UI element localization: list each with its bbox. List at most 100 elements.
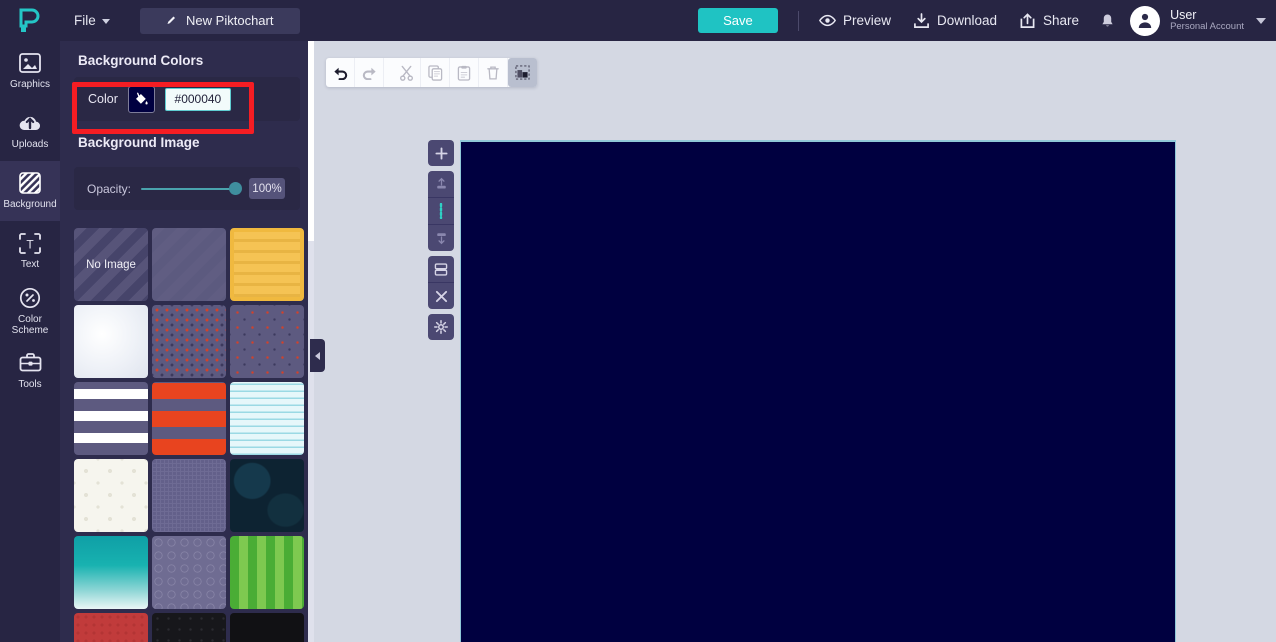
notifications-button[interactable]	[1101, 13, 1114, 29]
add-block-button[interactable]	[428, 140, 454, 166]
preview-label: Preview	[842, 13, 891, 28]
sidebar-item-label: Uploads	[11, 139, 49, 150]
pencil-icon	[167, 16, 176, 24]
swatch-purple-swirls[interactable]	[152, 536, 226, 609]
swatch-dark-camo[interactable]	[230, 459, 304, 532]
document-title-text: New Piktochart	[186, 13, 274, 28]
no-image-label: No Image	[86, 258, 136, 271]
sidebar-item-background[interactable]: Background	[0, 161, 60, 221]
swatch-no-image[interactable]: No Image	[74, 228, 148, 301]
document-title-field[interactable]: New Piktochart	[139, 7, 300, 34]
account-menu[interactable]: User Personal Account	[1170, 8, 1244, 33]
background-color-hex-input[interactable]	[164, 87, 231, 111]
opacity-label: Opacity:	[87, 181, 132, 196]
sidebar-item-color-scheme[interactable]: Color Scheme	[0, 281, 60, 341]
share-icon	[1020, 12, 1035, 28]
piktochart-editor: File New Piktochart Save Preview Downloa…	[0, 0, 1276, 642]
toolbox-icon	[19, 352, 42, 374]
block-settings-group	[428, 314, 454, 340]
account-name: User	[1170, 7, 1197, 22]
swatch-yellow-frame[interactable]	[230, 228, 304, 301]
copy-button[interactable]	[421, 58, 450, 87]
top-bar: File New Piktochart Save Preview Downloa…	[0, 0, 1276, 41]
sidebar-item-label: Background	[3, 199, 57, 210]
swatch-red-dot-grid[interactable]	[152, 305, 226, 378]
sidebar-item-label: Color Scheme	[11, 313, 49, 336]
swatch-plain-purple[interactable]	[152, 228, 226, 301]
toolbar-divider	[797, 10, 799, 31]
piktochart-logo-icon[interactable]	[0, 0, 60, 41]
account-chevron-down-icon[interactable]	[1256, 17, 1266, 24]
swatch-black-plain[interactable]	[230, 613, 304, 642]
share-label: Share	[1043, 13, 1080, 28]
redo-button[interactable]	[355, 58, 384, 87]
sidebar-item-label: Tools	[18, 379, 42, 390]
block-move-group	[428, 171, 454, 251]
image-icon	[19, 52, 41, 74]
swatch-black-speckle[interactable]	[152, 613, 226, 642]
background-color-row: Color	[74, 77, 300, 121]
background-colors-heading: Background Colors	[78, 53, 204, 68]
avatar[interactable]	[1130, 5, 1161, 36]
block-add-group	[428, 140, 454, 166]
sidebar-item-label: Graphics	[9, 79, 50, 90]
block-toolbar	[428, 140, 454, 345]
background-image-swatch-grid: No Image	[74, 228, 304, 642]
sidebar-item-label: Text	[20, 259, 40, 270]
swatch-green-stripes[interactable]	[230, 536, 304, 609]
sidebar-item-uploads[interactable]: Uploads	[0, 101, 60, 161]
swatch-sparse-dot-grid[interactable]	[230, 305, 304, 378]
opacity-value: 100%	[249, 178, 286, 199]
color-label: Color	[88, 92, 118, 106]
design-canvas[interactable]	[460, 140, 1176, 642]
download-icon	[914, 12, 929, 28]
move-block-down-button[interactable]	[428, 225, 454, 251]
chevron-down-icon	[101, 19, 110, 24]
canvas-workspace[interactable]	[314, 41, 1276, 642]
swatch-aqua-waves[interactable]	[230, 382, 304, 455]
swatch-teal-gradient[interactable]	[74, 536, 148, 609]
preview-button[interactable]: Preview	[818, 13, 891, 28]
download-button[interactable]: Download	[913, 12, 998, 29]
save-button[interactable]: Save	[697, 8, 778, 33]
sidebar-item-graphics[interactable]: Graphics	[0, 41, 60, 101]
position-button[interactable]	[508, 58, 537, 87]
share-button[interactable]: Share	[1019, 12, 1080, 29]
sidebar-item-text[interactable]: T Text	[0, 221, 60, 281]
block-settings-button[interactable]	[428, 314, 454, 340]
bell-icon	[1102, 14, 1113, 26]
swatch-red-texture[interactable]	[74, 613, 148, 642]
sidebar-item-tools[interactable]: Tools	[0, 341, 60, 401]
swatch-fine-weave[interactable]	[152, 459, 226, 532]
undo-button[interactable]	[326, 58, 355, 87]
opacity-slider[interactable]	[141, 181, 243, 197]
color-wheel-icon	[19, 287, 41, 309]
background-pattern-icon	[19, 172, 41, 194]
delete-button[interactable]	[479, 58, 508, 87]
swatch-white-glow[interactable]	[74, 305, 148, 378]
download-label: Download	[936, 13, 998, 28]
text-box-icon: T	[19, 232, 41, 254]
paint-bucket-icon[interactable]	[127, 85, 155, 113]
top-bar-actions: Save Preview Download Share User Persona…	[697, 0, 1276, 41]
paste-button[interactable]	[450, 58, 479, 87]
move-block-up-button[interactable]	[428, 171, 454, 197]
file-menu[interactable]: File	[66, 8, 118, 33]
chevron-left-icon	[315, 351, 320, 360]
eye-icon	[818, 14, 836, 27]
user-avatar-icon	[1138, 13, 1152, 28]
duplicate-block-button[interactable]	[428, 256, 454, 282]
opacity-slider-knob[interactable]	[229, 181, 243, 195]
left-rail: Graphics Uploads Background T Text Color…	[0, 41, 60, 642]
file-menu-label: File	[74, 13, 96, 28]
cloud-upload-icon	[18, 112, 42, 134]
swatch-white-purple-stripes[interactable]	[74, 382, 148, 455]
swatch-red-purple-stripes[interactable]	[152, 382, 226, 455]
collapse-panel-button[interactable]	[310, 339, 325, 372]
delete-block-button[interactable]	[428, 283, 454, 309]
account-type: Personal Account	[1170, 21, 1244, 33]
canvas-toolbar	[326, 58, 537, 87]
swatch-cream-leaves[interactable]	[74, 459, 148, 532]
resize-block-handle[interactable]	[428, 198, 454, 224]
cut-button[interactable]	[392, 58, 421, 87]
